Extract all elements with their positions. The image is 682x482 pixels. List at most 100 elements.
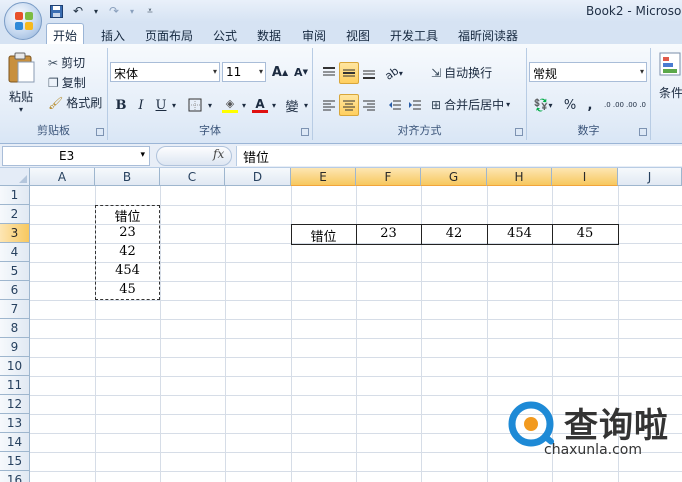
align-right-button[interactable]: [359, 94, 379, 116]
fill-color-button[interactable]: ◈: [220, 94, 240, 116]
column-header-h[interactable]: H: [487, 168, 552, 186]
fill-color-dropdown-icon[interactable]: ▾: [240, 94, 248, 116]
customize-qat-icon[interactable]: ⩡: [142, 3, 158, 19]
alignment-launcher-icon[interactable]: [515, 128, 523, 136]
row-header-9[interactable]: 9: [0, 338, 30, 357]
italic-button[interactable]: I: [132, 94, 150, 116]
comma-button[interactable]: ,: [583, 94, 597, 116]
cut-button[interactable]: ✂ 剪切: [48, 54, 85, 71]
borders-button[interactable]: [184, 94, 206, 116]
copy-button[interactable]: ❐ 复制: [48, 74, 86, 91]
align-bottom-button[interactable]: [359, 62, 379, 84]
increase-indent-button[interactable]: [405, 94, 425, 116]
tab-page-layout[interactable]: 页面布局: [139, 25, 199, 46]
number-launcher-icon[interactable]: [639, 128, 647, 136]
row-header-1[interactable]: 1: [0, 186, 30, 205]
tab-home[interactable]: 开始: [46, 23, 85, 45]
formula-input[interactable]: 错位: [236, 146, 682, 166]
row-header-12[interactable]: 12: [0, 395, 30, 414]
row-header-11[interactable]: 11: [0, 376, 30, 395]
select-all-button[interactable]: [0, 168, 30, 186]
tab-formulas[interactable]: 公式: [207, 25, 243, 46]
save-icon[interactable]: [48, 3, 64, 19]
row-header-10[interactable]: 10: [0, 357, 30, 376]
align-center-button[interactable]: [339, 94, 359, 116]
align-middle-button[interactable]: [339, 62, 359, 84]
shrink-font-button[interactable]: A ▼: [291, 61, 311, 83]
cell-h3[interactable]: 454: [487, 225, 552, 244]
column-header-b[interactable]: B: [95, 168, 160, 186]
cell-g3[interactable]: 42: [421, 225, 487, 244]
decrease-decimal-button[interactable]: .00 .0: [625, 94, 647, 116]
font-color-dropdown-icon[interactable]: ▾: [270, 94, 278, 116]
row-header-7[interactable]: 7: [0, 300, 30, 319]
column-header-j[interactable]: J: [618, 168, 682, 186]
font-name-select[interactable]: 宋体 ▾: [110, 62, 220, 82]
tab-data[interactable]: 数据: [251, 25, 287, 46]
percent-button[interactable]: %: [561, 94, 579, 116]
conditional-formatting-button[interactable]: 条件: [659, 52, 682, 101]
cell-b3[interactable]: 23: [95, 224, 160, 243]
cell-b6[interactable]: 45: [95, 281, 160, 300]
row-header-6[interactable]: 6: [0, 281, 30, 300]
row-header-4[interactable]: 4: [0, 243, 30, 262]
redo-dropdown-icon[interactable]: ▾: [128, 3, 136, 19]
insert-function-button[interactable]: fx: [213, 147, 224, 161]
column-header-i[interactable]: I: [552, 168, 618, 186]
font-launcher-icon[interactable]: [301, 128, 309, 136]
paste-button[interactable]: 粘贴 ▾: [6, 52, 36, 114]
column-header-c[interactable]: C: [160, 168, 225, 186]
row-header-3[interactable]: 3: [0, 224, 30, 243]
tab-insert[interactable]: 插入: [95, 25, 131, 46]
align-top-button[interactable]: [319, 62, 339, 84]
merge-center-button[interactable]: ⊞ 合并后居中 ▾: [431, 96, 510, 113]
align-left-button[interactable]: [319, 94, 339, 116]
underline-dropdown-icon[interactable]: ▾: [170, 94, 178, 116]
column-header-e[interactable]: E: [291, 168, 356, 186]
redo-icon[interactable]: ↷: [106, 3, 122, 19]
decrease-indent-button[interactable]: [385, 94, 405, 116]
tab-review[interactable]: 审阅: [296, 25, 332, 46]
wrap-text-button[interactable]: ⇲ 自动换行: [431, 64, 492, 81]
underline-button[interactable]: U: [152, 94, 170, 116]
name-box[interactable]: E3 ▾: [2, 146, 150, 166]
tab-foxit-reader[interactable]: 福昕阅读器: [452, 25, 524, 46]
undo-icon[interactable]: ↶: [70, 3, 86, 19]
increase-decimal-button[interactable]: .0 .00: [603, 94, 625, 116]
paste-dropdown-icon[interactable]: ▾: [19, 105, 23, 114]
column-header-g[interactable]: G: [421, 168, 487, 186]
chevron-down-icon[interactable]: ▾: [506, 100, 510, 109]
cell-e3[interactable]: 错位: [291, 225, 356, 245]
office-button[interactable]: [4, 2, 42, 40]
column-header-f[interactable]: F: [356, 168, 421, 186]
row-header-2[interactable]: 2: [0, 205, 30, 224]
tab-developer[interactable]: 开发工具: [384, 25, 444, 46]
clipboard-launcher-icon[interactable]: [96, 128, 104, 136]
row-header-5[interactable]: 5: [0, 262, 30, 281]
font-size-select[interactable]: 11 ▾: [222, 62, 266, 82]
column-header-d[interactable]: D: [225, 168, 291, 186]
row-header-15[interactable]: 15: [0, 452, 30, 471]
cell-b2[interactable]: 错位: [95, 205, 160, 225]
undo-dropdown-icon[interactable]: ▾: [92, 3, 100, 19]
cell-i3[interactable]: 45: [552, 225, 618, 244]
cell-f3[interactable]: 23: [356, 225, 421, 244]
row-header-13[interactable]: 13: [0, 414, 30, 433]
phonetic-guide-button[interactable]: 變: [282, 94, 302, 116]
row-header-8[interactable]: 8: [0, 319, 30, 338]
row-header-14[interactable]: 14: [0, 433, 30, 452]
cell-b5[interactable]: 454: [95, 262, 160, 281]
number-format-select[interactable]: 常规 ▾: [529, 62, 647, 82]
bold-button[interactable]: B: [112, 94, 130, 116]
borders-dropdown-icon[interactable]: ▾: [206, 94, 214, 116]
tab-view[interactable]: 视图: [340, 25, 376, 46]
font-color-button[interactable]: A: [250, 94, 270, 116]
accounting-format-button[interactable]: 💱 ▾: [531, 94, 555, 116]
format-painter-button[interactable]: 🖌 格式刷: [48, 94, 102, 111]
orientation-button[interactable]: ab ▾: [383, 62, 405, 84]
row-header-16[interactable]: 16: [0, 471, 30, 482]
cell-b4[interactable]: 42: [95, 243, 160, 262]
grow-font-button[interactable]: A ▲: [270, 61, 290, 83]
column-header-a[interactable]: A: [30, 168, 95, 186]
phonetic-dropdown-icon[interactable]: ▾: [302, 94, 310, 116]
